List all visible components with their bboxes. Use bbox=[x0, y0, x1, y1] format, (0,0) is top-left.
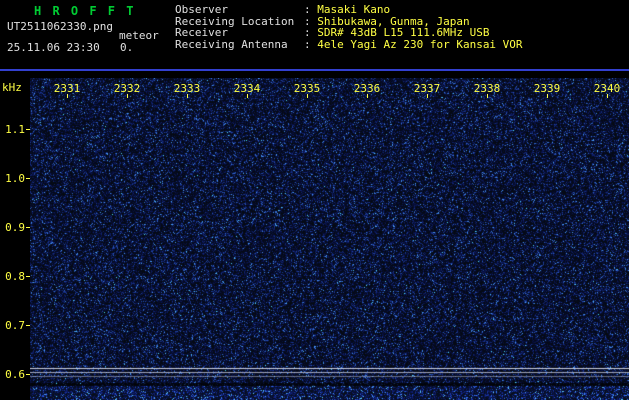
y-tick-label: 1.0 bbox=[3, 172, 25, 185]
y-tick-label: 0.7 bbox=[3, 319, 25, 332]
x-tick-mark bbox=[307, 94, 308, 98]
info-label: Receiver bbox=[175, 27, 304, 39]
timestamp-label: 25.11.06 23:30 bbox=[7, 41, 100, 54]
info-colon: : bbox=[304, 38, 317, 51]
y-tick-label: 1.1 bbox=[3, 123, 25, 136]
hrofft-screen: H R O F F T UT2511062330.png meteor 25.1… bbox=[0, 0, 629, 400]
x-tick-mark bbox=[247, 94, 248, 98]
info-label: Receiving Antenna bbox=[175, 39, 304, 51]
x-tick-mark bbox=[187, 94, 188, 98]
x-tick-mark bbox=[427, 94, 428, 98]
x-tick-mark bbox=[607, 94, 608, 98]
y-tick-mark bbox=[26, 374, 30, 375]
filename-label: UT2511062330.png bbox=[7, 20, 113, 33]
x-tick-mark bbox=[487, 94, 488, 98]
x-tick-mark bbox=[127, 94, 128, 98]
spectrogram-plot: kHz 233123322333233423352336233723382339… bbox=[0, 78, 629, 400]
station-info: Observer: Masaki KanoReceiving Location:… bbox=[175, 4, 523, 50]
y-tick-mark bbox=[26, 178, 30, 179]
y-tick-label: 0.9 bbox=[3, 221, 25, 234]
x-tick-mark bbox=[367, 94, 368, 98]
marker-label: 0. bbox=[120, 41, 133, 54]
y-tick-mark bbox=[26, 276, 30, 277]
y-tick-label: 0.8 bbox=[3, 270, 25, 283]
y-axis-unit: kHz bbox=[2, 81, 22, 94]
x-tick-mark bbox=[67, 94, 68, 98]
y-tick-mark bbox=[26, 325, 30, 326]
spectrogram-canvas bbox=[30, 78, 629, 400]
y-tick-label: 0.6 bbox=[3, 368, 25, 381]
y-tick-mark bbox=[26, 227, 30, 228]
info-value: 4ele Yagi Az 230 for Kansai VOR bbox=[317, 38, 522, 51]
info-label: Observer bbox=[175, 4, 304, 16]
app-title: H R O F F T bbox=[34, 4, 135, 18]
x-tick-mark bbox=[547, 94, 548, 98]
y-tick-mark bbox=[26, 129, 30, 130]
station-info-row: Receiving Antenna: 4ele Yagi Az 230 for … bbox=[175, 39, 523, 51]
header-separator bbox=[0, 69, 629, 71]
